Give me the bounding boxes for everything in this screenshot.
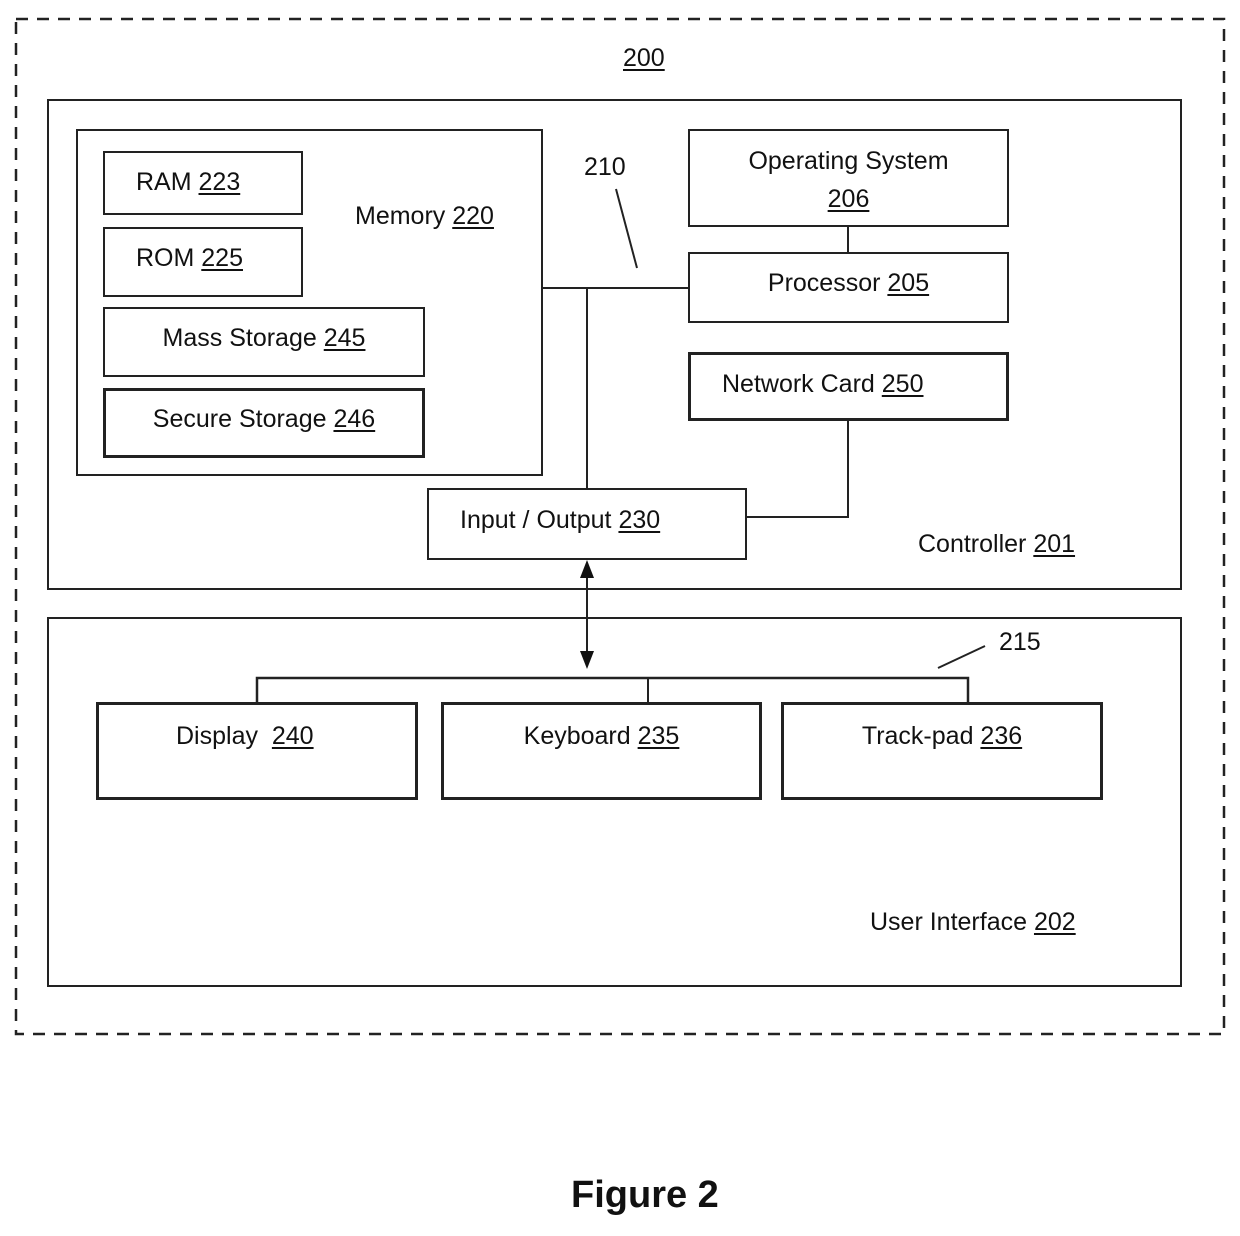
rom-box: ROM 225 — [103, 227, 303, 297]
system-ref: 200 — [623, 44, 665, 72]
user-interface-label: User Interface 202 — [870, 908, 1076, 936]
operating-system-box: Operating System 206 — [688, 129, 1009, 227]
rom-label: ROM 225 — [136, 244, 243, 272]
network-card-box: Network Card 250 — [688, 352, 1009, 421]
figure-caption: Figure 2 — [571, 1174, 719, 1216]
trackpad-box: Track-pad 236 — [781, 702, 1103, 800]
keyboard-label: Keyboard 235 — [523, 722, 680, 750]
trackpad-label: Track-pad 236 — [861, 722, 1023, 750]
mass-storage-box: Mass Storage 245 — [103, 307, 425, 377]
keyboard-box: Keyboard 235 — [441, 702, 762, 800]
io-box: Input / Output 230 — [427, 488, 747, 560]
io-label: Input / Output 230 — [460, 506, 661, 534]
ram-box: RAM 223 — [103, 151, 303, 215]
processor-label: Processor 205 — [767, 269, 930, 297]
operating-system-label: Operating System — [748, 147, 949, 175]
memory-label: Memory 220 — [355, 202, 494, 230]
controller-label: Controller 201 — [918, 530, 1076, 558]
processor-box: Processor 205 — [688, 252, 1009, 323]
ram-label: RAM 223 — [136, 168, 241, 196]
operating-system-ref: 206 — [827, 185, 870, 213]
display-label: Display 240 — [176, 722, 314, 750]
network-card-label: Network Card 250 — [722, 370, 924, 398]
bus-ref-label: 210 — [584, 153, 626, 181]
display-box: Display 240 — [96, 702, 418, 800]
secure-storage-box: Secure Storage 246 — [103, 388, 425, 458]
secure-storage-label: Secure Storage 246 — [152, 405, 376, 433]
mass-storage-label: Mass Storage 245 — [162, 324, 366, 352]
ui-bus-ref-label: 215 — [999, 628, 1041, 656]
